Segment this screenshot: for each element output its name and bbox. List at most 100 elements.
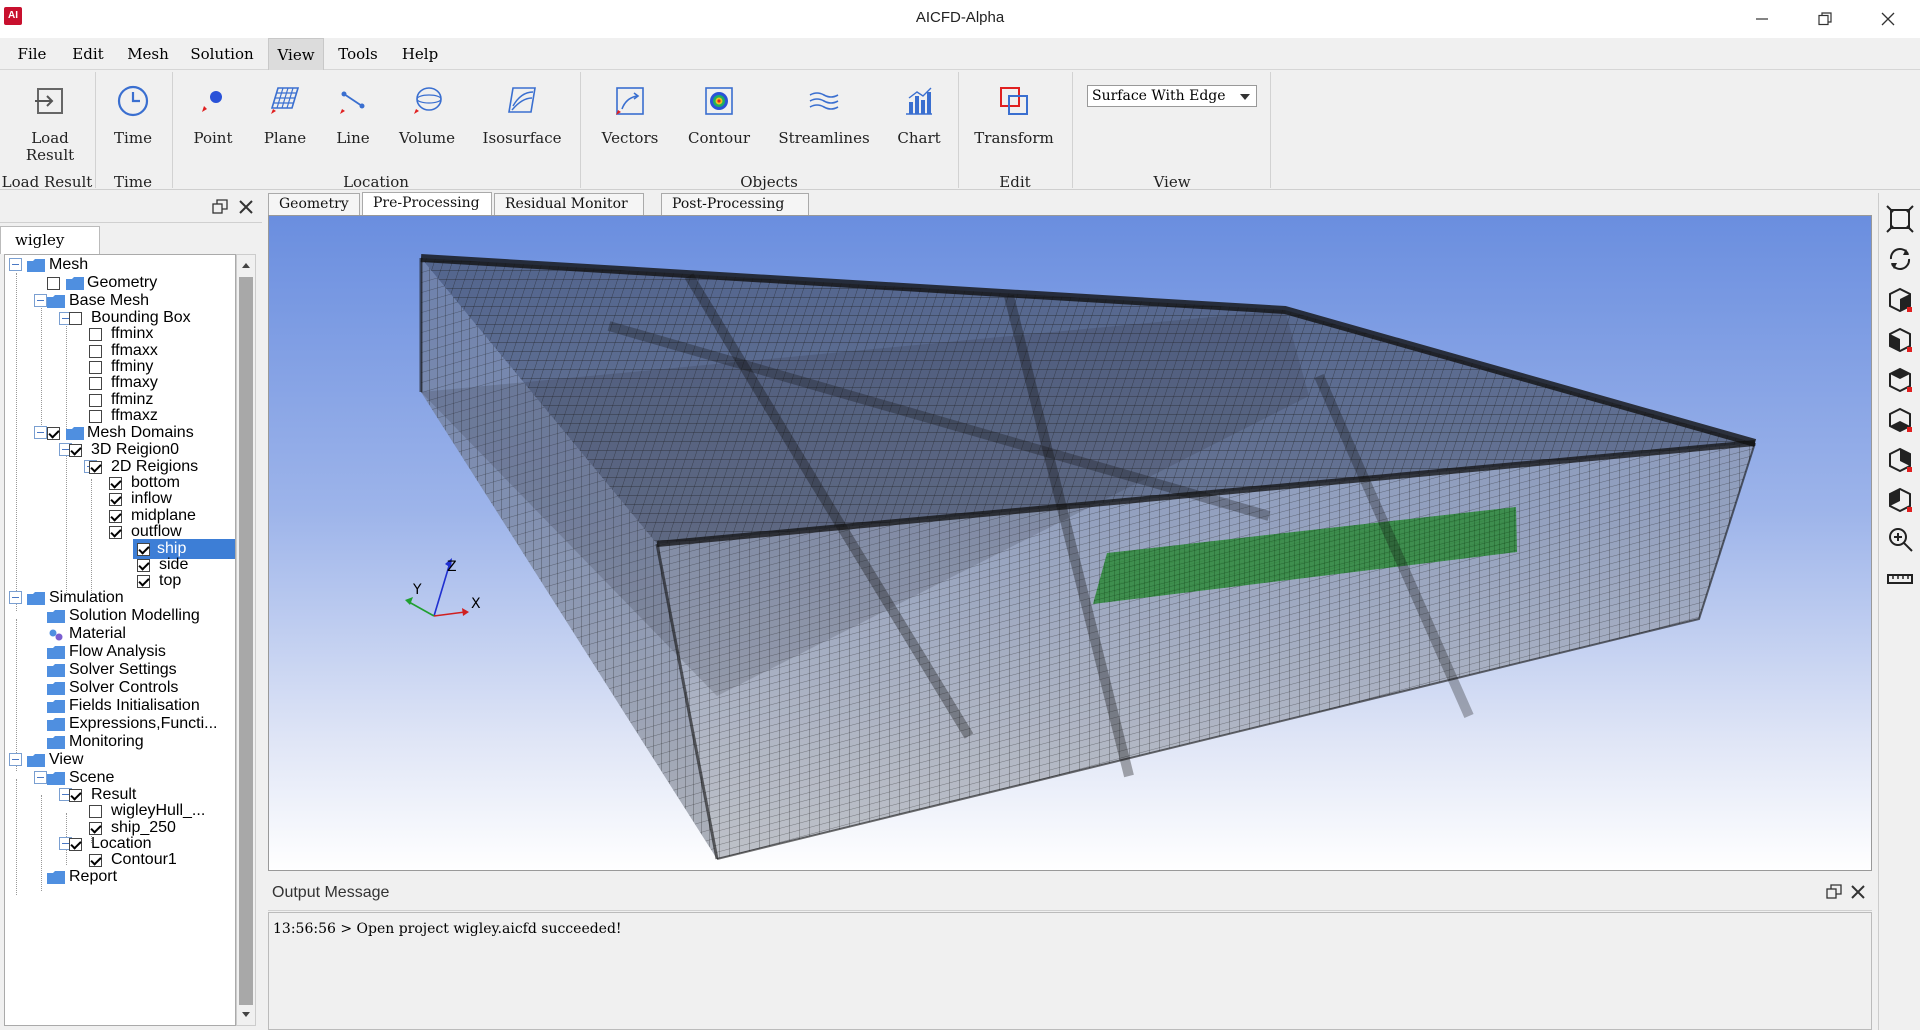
streamlines-icon <box>809 92 839 110</box>
transform-label: Transform <box>974 129 1054 147</box>
checkbox[interactable] <box>109 477 122 490</box>
minimize-button[interactable] <box>1732 0 1792 38</box>
float-panel-icon[interactable] <box>1826 884 1842 900</box>
tree-expander[interactable] <box>34 294 47 307</box>
point-button[interactable]: Point <box>180 84 246 174</box>
close-window-button[interactable] <box>1858 0 1918 38</box>
checkbox[interactable] <box>109 493 122 506</box>
close-panel-icon[interactable] <box>238 199 254 215</box>
menu-bar: File Edit Mesh Solution View Tools Help <box>0 38 1920 70</box>
menu-tools[interactable]: Tools <box>330 38 386 70</box>
checkbox[interactable] <box>47 427 60 440</box>
checkbox[interactable] <box>69 312 82 325</box>
view-back-icon[interactable] <box>1886 365 1914 393</box>
view-mode-value: Surface With Edge <box>1092 88 1226 104</box>
tree-expander[interactable] <box>9 258 22 271</box>
scroll-down-icon[interactable] <box>241 1011 251 1019</box>
zoom-icon[interactable] <box>1886 525 1914 553</box>
checkbox[interactable] <box>89 805 102 818</box>
fit-view-icon[interactable] <box>1886 205 1914 233</box>
checkbox[interactable] <box>89 361 102 374</box>
menu-help[interactable]: Help <box>394 38 446 70</box>
rotate-view-icon[interactable] <box>1886 245 1914 273</box>
group-label-time: Time <box>114 173 152 191</box>
view-top-icon[interactable] <box>1886 405 1914 433</box>
tab-pre-processing[interactable]: Pre-Processing <box>362 192 492 215</box>
log-line: 13:56:56 > Open project wigley.aicfd suc… <box>273 921 622 937</box>
checkbox[interactable] <box>89 328 102 341</box>
tree-expander[interactable] <box>34 771 47 784</box>
tree-expander[interactable] <box>9 753 22 766</box>
output-log[interactable]: 13:56:56 > Open project wigley.aicfd suc… <box>268 912 1872 1030</box>
y-axis-label: Y <box>412 582 422 598</box>
isosurface-button[interactable]: Isosurface <box>474 84 570 174</box>
streamlines-button[interactable]: Streamlines <box>772 84 876 174</box>
view-front-icon[interactable] <box>1886 325 1914 353</box>
ruler-icon[interactable] <box>1886 565 1914 593</box>
checkbox[interactable] <box>69 789 82 802</box>
checkbox[interactable] <box>47 277 60 290</box>
view-isometric-icon[interactable] <box>1886 285 1914 313</box>
view-mode-select[interactable]: Surface With Edge <box>1087 85 1257 107</box>
point-icon <box>202 91 222 112</box>
checkbox[interactable] <box>137 559 150 572</box>
time-button[interactable]: Time <box>100 84 166 174</box>
vectors-icon <box>616 87 644 115</box>
tree-line <box>66 455 67 595</box>
menu-mesh[interactable]: Mesh <box>120 38 176 70</box>
checkbox[interactable] <box>89 410 102 423</box>
plane-button[interactable]: Plane <box>252 84 318 174</box>
folder-icon <box>27 259 45 272</box>
view-bottom-icon[interactable] <box>1886 445 1914 473</box>
view-side-icon[interactable] <box>1886 485 1914 513</box>
y-axis-line <box>408 601 435 617</box>
contour-icon <box>705 87 733 115</box>
contour-button[interactable]: Contour <box>684 84 754 174</box>
tree-scrollbar[interactable] <box>236 254 256 1026</box>
tab-residual-monitor[interactable]: Residual Monitor <box>494 193 644 215</box>
tree-expander[interactable] <box>9 591 22 604</box>
menu-solution[interactable]: Solution <box>180 38 264 70</box>
float-panel-icon[interactable] <box>212 199 228 215</box>
scrollbar-thumb[interactable] <box>239 277 253 1005</box>
scroll-up-icon[interactable] <box>241 261 251 269</box>
restore-button[interactable] <box>1795 0 1855 38</box>
menu-edit[interactable]: Edit <box>62 38 114 70</box>
checkbox[interactable] <box>69 838 82 851</box>
checkbox[interactable] <box>89 461 102 474</box>
volume-button[interactable]: Volume <box>390 84 464 174</box>
line-button[interactable]: Line <box>320 84 386 174</box>
tab-geometry[interactable]: Geometry <box>268 193 360 215</box>
checkbox[interactable] <box>109 526 122 539</box>
output-title: Output Message <box>272 884 390 901</box>
separator <box>1270 72 1271 188</box>
tab-post-processing[interactable]: Post-Processing <box>661 193 809 215</box>
checkbox[interactable] <box>89 394 102 407</box>
transform-button[interactable]: Transform <box>968 84 1060 174</box>
checkbox[interactable] <box>137 543 150 556</box>
checkbox[interactable] <box>89 345 102 358</box>
menu-file[interactable]: File <box>4 38 60 70</box>
plane-label: Plane <box>263 129 307 147</box>
checkbox[interactable] <box>89 377 102 390</box>
chart-label: Chart <box>897 129 941 147</box>
tree-line <box>41 795 42 891</box>
material-icon <box>49 629 63 641</box>
tree-expander[interactable] <box>34 426 47 439</box>
output-panel: Output Message 13:56:56 > Open project w… <box>268 876 1872 1030</box>
checkbox[interactable] <box>89 854 102 867</box>
tab-wigley[interactable]: wigley <box>0 226 100 254</box>
mesh-render: Z Y X <box>405 254 1757 860</box>
checkbox[interactable] <box>109 510 122 523</box>
close-panel-icon[interactable] <box>1850 884 1866 900</box>
checkbox[interactable] <box>69 444 82 457</box>
vectors-button[interactable]: Vectors <box>595 84 665 174</box>
checkbox[interactable] <box>137 575 150 588</box>
menu-view[interactable]: View <box>268 38 324 70</box>
3d-viewport[interactable]: Z Y X <box>268 215 1872 871</box>
tree-line <box>16 273 17 611</box>
load-result-button[interactable]: Load Result <box>10 84 90 174</box>
tree-line <box>66 323 67 433</box>
chart-button[interactable]: Chart <box>884 84 954 174</box>
group-label-objects: Objects <box>740 173 798 191</box>
